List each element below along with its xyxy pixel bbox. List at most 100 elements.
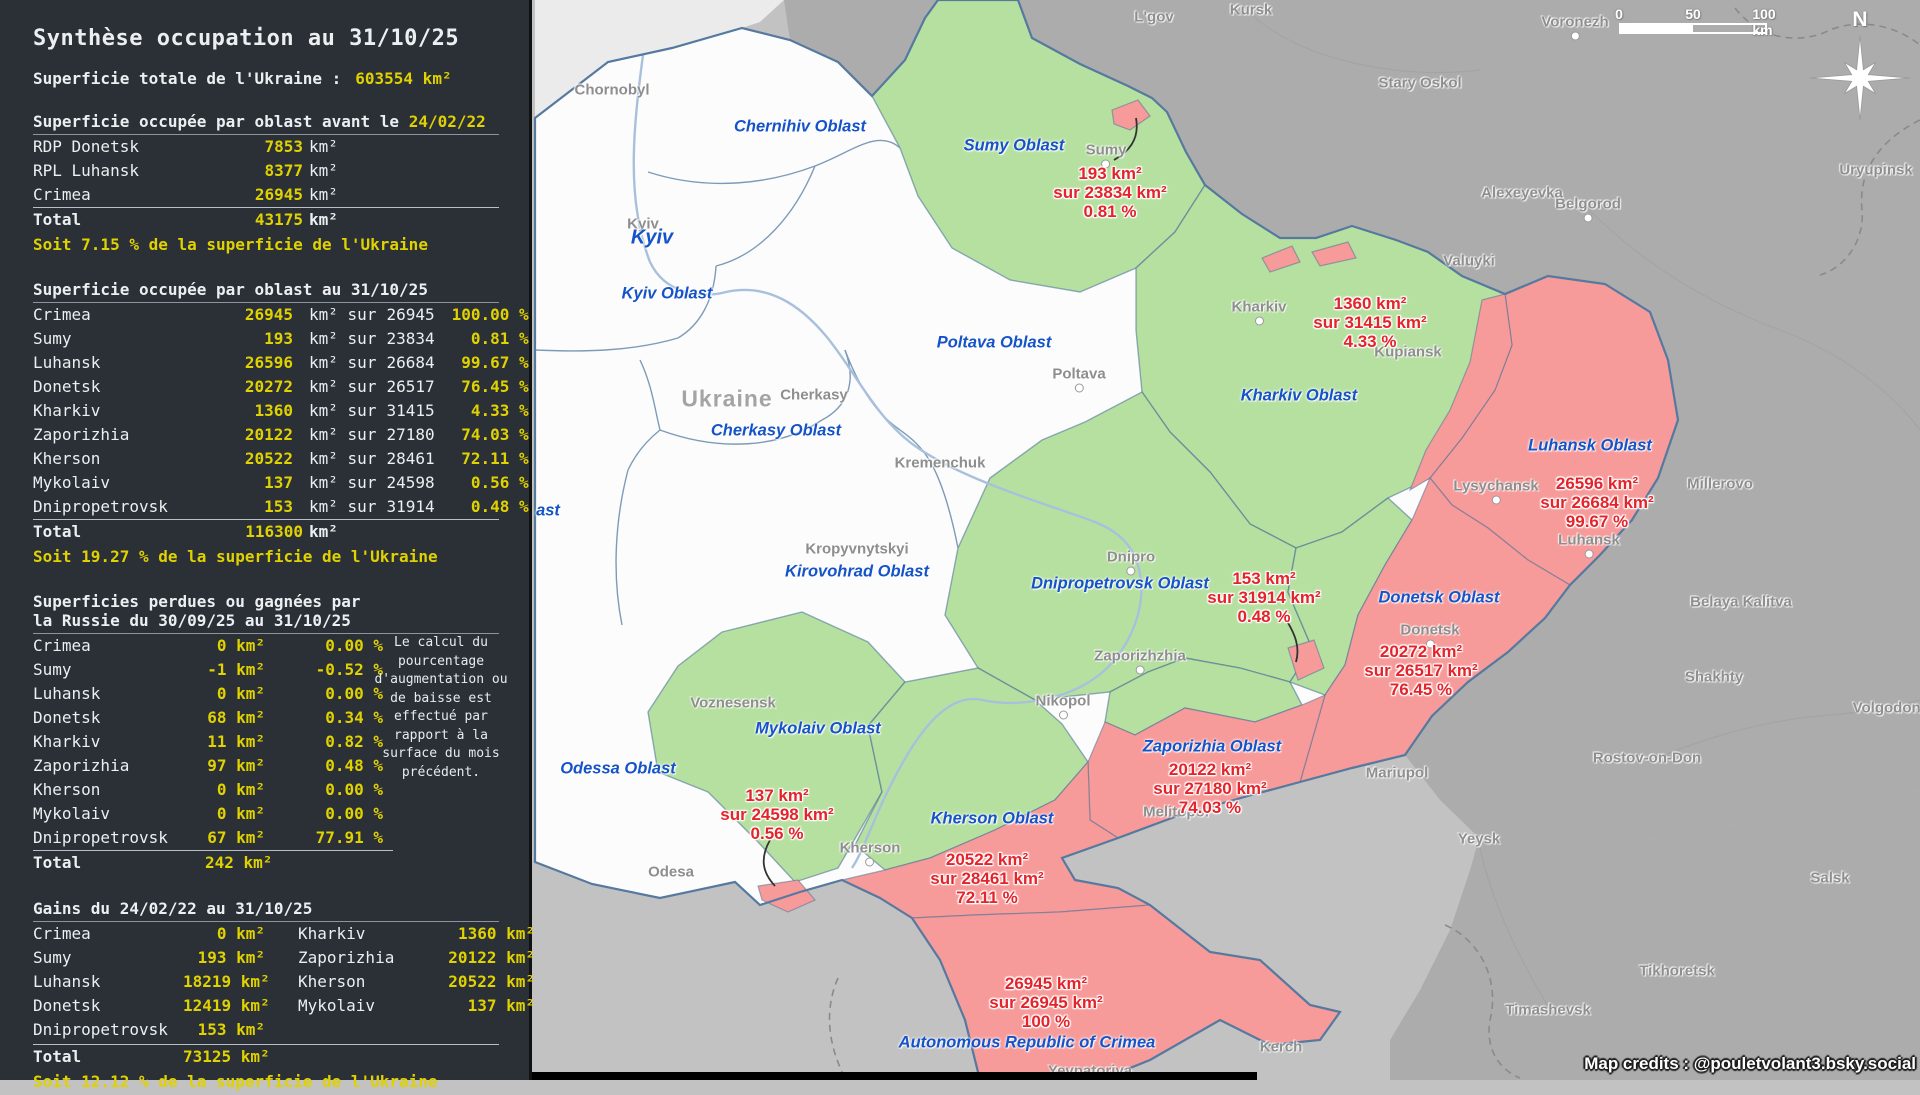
table-row: Dnipropetrovsk 67 km² 77.91 % [33,826,499,850]
scale-tick-0: 0 [1615,6,1623,22]
gain-value: 0 km² [183,922,265,946]
section-gains: Gains du 24/02/22 au 31/10/25 Crimea 0 k… [33,899,499,1093]
occupied-percent: 0.48 % [435,495,529,519]
area-unit: km² [303,159,499,183]
total-area-line: Superficie totale de l'Ukraine : 603554 k… [33,69,499,88]
oblast-name: Luhansk [33,970,183,994]
occupied-value: 193 [201,327,293,351]
delta-percent: 0.00 % [265,802,383,826]
delta-value: 11 km² [205,730,265,754]
delta-value: -1 km² [205,658,265,682]
total-of: km² sur26517 [293,375,435,399]
compass: N [1800,0,1920,130]
stats-panel: Synthèse occupation au 31/10/25 Superfic… [0,0,532,1080]
delta-value: 0 km² [205,778,265,802]
area-value: 8377 [211,159,303,183]
oblast-name: RPL Luhansk [33,159,211,183]
gain-value: 18219 km² [183,970,265,994]
scale-bar-fill [1621,25,1693,32]
oblast-name: Mykolaiv [33,471,201,495]
percentage-method-note: Le calcul du pourcentage d'augmentation … [365,634,517,782]
total-of: km² sur31415 [293,399,435,423]
oblast-name: Crimea [33,183,211,207]
gain-value: 193 km² [183,946,265,970]
section-current-heading: Superficie occupée par oblast au 31/10/2… [33,280,499,303]
share-note: Soit 19.27 % de la superficie de l'Ukrai… [33,544,499,568]
gain-value: 12419 km² [183,994,265,1018]
total-area-label: Superficie totale de l'Ukraine : [33,69,341,88]
table-row: Donetsk 20272 km² sur26517 76.45 % [33,375,499,399]
occupied-percent: 0.56 % [435,471,529,495]
oblast-name: Kharkiv [298,922,438,946]
scale-bar: 0 50 100 km [1612,6,1782,36]
monthly-heading-line1: Superficies perdues ou gagnées par [33,592,499,611]
oblast-name: RDP Donetsk [33,135,211,159]
oblast-name: Crimea [33,634,205,658]
oblast-name: Dnipropetrovsk [33,826,205,850]
table-row: Mykolaiv 137 km² [298,994,535,1018]
share-note: Soit 12.12 % de la superficie de l'Ukrai… [33,1069,499,1093]
total-of: km² sur27180 [293,423,435,447]
oblast-name: Mykolaiv [33,802,205,826]
oblast-name: Kherson [33,778,205,802]
oblast-name: Donetsk [33,706,205,730]
total-of: km² sur23834 [293,327,435,351]
table-row: Dnipropetrovsk 153 km² [33,1018,298,1042]
oblast-name: Sumy [33,327,201,351]
area-unit: km² [303,183,499,207]
occupied-percent: 4.33 % [435,399,529,423]
oblast-name: Dnipropetrovsk [33,495,201,519]
occupied-value: 1360 [201,399,293,423]
table-row: Crimea 0 km² [33,922,298,946]
oblast-name: Zaporizhia [33,423,201,447]
oblast-name: Luhansk [33,351,201,375]
section-current-occupation: Superficie occupée par oblast au 31/10/2… [33,280,499,568]
oblast-name: Crimea [33,922,183,946]
section-before-invasion: Superficie occupée par oblast avant le 2… [33,112,499,256]
delta-value: 97 km² [205,754,265,778]
table-row: Kherson 20522 km² sur28461 72.11 % [33,447,499,471]
gain-value: 1360 km² [438,922,535,946]
occupied-percent: 100.00 % [435,303,529,327]
oblast-name: Crimea [33,303,201,327]
occupied-value: 137 [201,471,293,495]
delta-value: 68 km² [205,706,265,730]
occupied-percent: 76.45 % [435,375,529,399]
table-row: Donetsk 12419 km² [33,994,298,1018]
oblast-name: Mykolaiv [298,994,438,1018]
table-row: Mykolaiv 137 km² sur24598 0.56 % [33,471,499,495]
delta-percent: 77.91 % [265,826,383,850]
occupied-value: 20522 [201,447,293,471]
oblast-name: Kherson [33,447,201,471]
total-row: Total 242 km² [33,850,393,875]
delta-value: 0 km² [205,634,265,658]
total-of: km² sur26684 [293,351,435,375]
area-unit: km² [303,135,499,159]
table-row: Dnipropetrovsk 153 km² sur31914 0.48 % [33,495,499,519]
gains-heading: Gains du 24/02/22 au 31/10/25 [33,899,499,922]
oblast-name: Zaporizhia [33,754,205,778]
share-note: Soit 7.15 % de la superficie de l'Ukrain… [33,232,499,256]
gains-columns: Crimea 0 km² Sumy 193 km² Luhansk 18219 … [33,922,499,1042]
gain-value: 153 km² [183,1018,265,1042]
delta-value: 67 km² [205,826,265,850]
table-row: Crimea 26945 km² sur26945 100.00 % [33,303,499,327]
total-area-value: 603554 km² [355,69,451,88]
occupied-percent: 72.11 % [435,447,529,471]
delta-value: 0 km² [205,802,265,826]
total-of: km² sur28461 [293,447,435,471]
occupied-value: 20272 [201,375,293,399]
area-value: 26945 [211,183,303,207]
table-row: Luhansk 26596 km² sur26684 99.67 % [33,351,499,375]
table-row: Kherson 20522 km² [298,970,535,994]
table-row: Luhansk 18219 km² [33,970,298,994]
table-row: Sumy 193 km² [33,946,298,970]
total-of: km² sur31914 [293,495,435,519]
oblast-name: Donetsk [33,994,183,1018]
table-row: Kharkiv 1360 km² [298,922,535,946]
total-row: Total 73125 km² [33,1045,298,1069]
section-before-heading: Superficie occupée par oblast avant le 2… [33,112,499,135]
table-row: Kharkiv 1360 km² sur31415 4.33 % [33,399,499,423]
compass-north-label: N [1852,8,1867,32]
oblast-name: Kharkiv [33,399,201,423]
